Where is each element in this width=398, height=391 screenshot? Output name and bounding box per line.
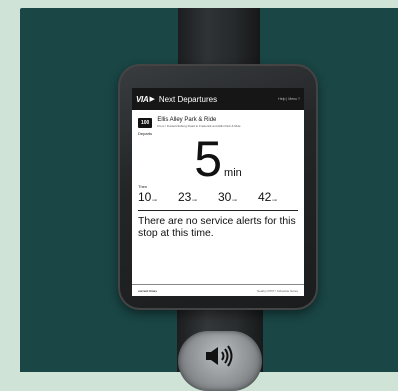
then-unit: min bbox=[272, 198, 278, 202]
then-unit: min bbox=[152, 198, 158, 202]
route-row: 100 Ellis Alley Park & Ride From / Frede… bbox=[132, 110, 304, 128]
then-departure: 23min bbox=[178, 188, 218, 206]
service-alert-text: There are no service alerts for this sto… bbox=[138, 216, 296, 239]
then-value: 23 bbox=[178, 190, 192, 204]
speaker-icon bbox=[206, 345, 233, 367]
next-departure-unit: min bbox=[224, 167, 242, 179]
footer-left: current times bbox=[138, 288, 158, 293]
next-departure: 5 min bbox=[132, 134, 304, 184]
screen-title: Next Departures bbox=[158, 94, 218, 104]
then-unit: min bbox=[232, 198, 238, 202]
then-value: 30 bbox=[218, 190, 232, 204]
logo-arrow-icon: ▶ bbox=[149, 96, 155, 103]
stop-name: Ellis Alley Park & Ride bbox=[157, 117, 217, 123]
footer-right: Nearby RTPI / Schedule Notes bbox=[257, 288, 298, 293]
then-unit: min bbox=[192, 198, 198, 202]
then-departure: 10min bbox=[138, 188, 178, 206]
then-departure: 30min bbox=[218, 188, 258, 206]
then-value: 10 bbox=[138, 190, 152, 204]
display-device: VIA ▶ Next Departures Help | Menu ? 100 … bbox=[118, 64, 318, 310]
screen-footer: current times Nearby RTPI / Schedule Not… bbox=[132, 284, 304, 296]
stop-description: From / Fredericksburg Road to Frederick … bbox=[157, 124, 241, 128]
then-departure: 42min bbox=[258, 188, 298, 206]
then-value: 42 bbox=[258, 190, 272, 204]
screen: VIA ▶ Next Departures Help | Menu ? 100 … bbox=[132, 88, 304, 296]
speaker-button[interactable] bbox=[178, 331, 262, 391]
help-link[interactable]: Help | Menu ? bbox=[278, 97, 300, 101]
screen-header: VIA ▶ Next Departures Help | Menu ? bbox=[132, 88, 304, 110]
next-departure-value: 5 bbox=[194, 131, 223, 187]
route-info: Ellis Alley Park & Ride From / Frederick… bbox=[157, 117, 240, 128]
pole-top bbox=[178, 8, 260, 72]
route-number-badge: 100 bbox=[138, 118, 153, 128]
via-logo: VIA bbox=[136, 94, 149, 104]
then-departures: 10min 23min 30min 42min bbox=[132, 188, 304, 206]
